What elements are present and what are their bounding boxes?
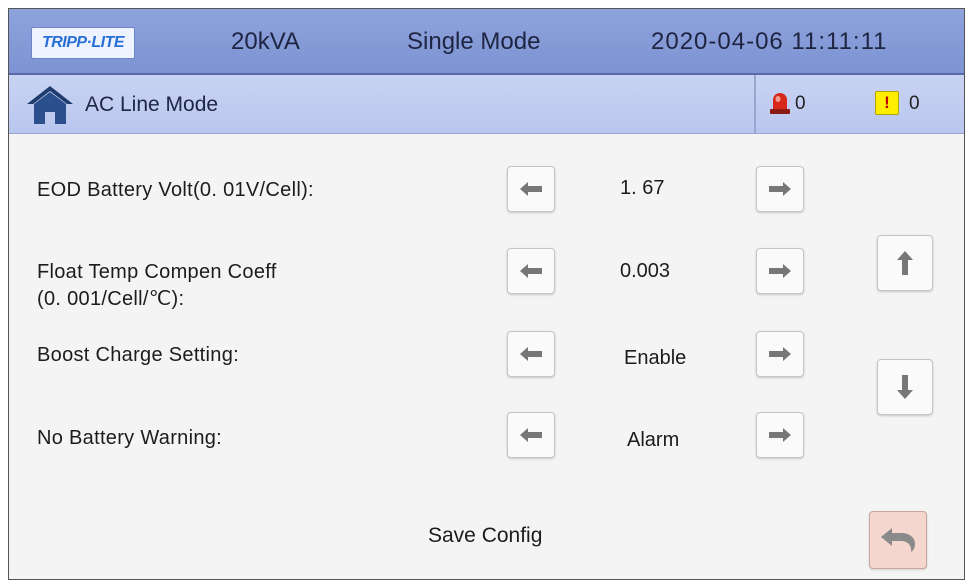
top-bar: TRIPP·LITE 20kVA Single Mode 2020-04-06 … xyxy=(9,9,964,75)
decrease-eod-battery-volt-button[interactable] xyxy=(507,166,555,212)
increase-float-temp-coeff-button[interactable] xyxy=(756,248,804,294)
return-icon xyxy=(881,528,915,552)
float-temp-coeff-value: 0.003 xyxy=(620,260,671,282)
setting-label-float-temp-compen-coeff: Float Temp Compen Coeff (0. 001/Cell/℃): xyxy=(37,261,277,311)
setting-label-line1: No Battery Warning: xyxy=(37,427,223,449)
alarm-light-icon[interactable] xyxy=(769,89,791,115)
save-config-button[interactable]: Save Config xyxy=(428,524,542,548)
up-arrow-icon xyxy=(897,251,913,275)
capacity-label: 20kVA xyxy=(231,28,300,55)
page-title: AC Line Mode xyxy=(85,93,219,116)
right-arrow-icon xyxy=(769,264,791,278)
no-battery-warning-value: Alarm xyxy=(627,429,680,451)
back-button[interactable] xyxy=(869,511,927,569)
setting-label-line2: (0. 001/Cell/℃): xyxy=(37,288,185,310)
right-arrow-icon xyxy=(769,347,791,361)
setting-label-no-battery-warning: No Battery Warning: xyxy=(37,427,222,450)
left-arrow-icon xyxy=(520,182,542,196)
page-up-button[interactable] xyxy=(877,235,933,291)
setting-label-line1: EOD Battery Volt(0. 01V/Cell): xyxy=(37,179,314,201)
right-arrow-icon xyxy=(769,428,791,442)
decrease-no-battery-warning-button[interactable] xyxy=(507,412,555,458)
status-bar: AC Line Mode 0 ! 0 xyxy=(9,75,964,134)
increase-eod-battery-volt-button[interactable] xyxy=(756,166,804,212)
increase-no-battery-warning-button[interactable] xyxy=(756,412,804,458)
tripp-lite-logo: TRIPP·LITE xyxy=(31,27,135,59)
alarm-count: 0 xyxy=(795,93,806,114)
decrease-float-temp-coeff-button[interactable] xyxy=(507,248,555,294)
right-arrow-icon xyxy=(769,182,791,196)
status-divider xyxy=(754,75,756,133)
increase-boost-charge-button[interactable] xyxy=(756,331,804,377)
setting-label-line1: Float Temp Compen Coeff xyxy=(37,261,277,283)
warning-icon[interactable]: ! xyxy=(875,91,899,115)
eod-battery-volt-value: 1. 67 xyxy=(620,177,665,199)
down-arrow-icon xyxy=(897,375,913,399)
home-icon[interactable] xyxy=(25,83,75,125)
mode-label: Single Mode xyxy=(407,28,541,55)
warning-count: 0 xyxy=(909,93,920,114)
boost-charge-value: Enable xyxy=(624,347,687,369)
left-arrow-icon xyxy=(520,264,542,278)
setting-label-line1: Boost Charge Setting: xyxy=(37,344,239,366)
setting-label-boost-charge: Boost Charge Setting: xyxy=(37,344,239,367)
datetime-label: 2020-04-06 11:11:11 xyxy=(651,28,888,55)
decrease-boost-charge-button[interactable] xyxy=(507,331,555,377)
setting-label-eod-battery-volt: EOD Battery Volt(0. 01V/Cell): xyxy=(37,179,314,202)
screen-frame: TRIPP·LITE 20kVA Single Mode 2020-04-06 … xyxy=(8,8,965,580)
left-arrow-icon xyxy=(520,347,542,361)
left-arrow-icon xyxy=(520,428,542,442)
page-down-button[interactable] xyxy=(877,359,933,415)
